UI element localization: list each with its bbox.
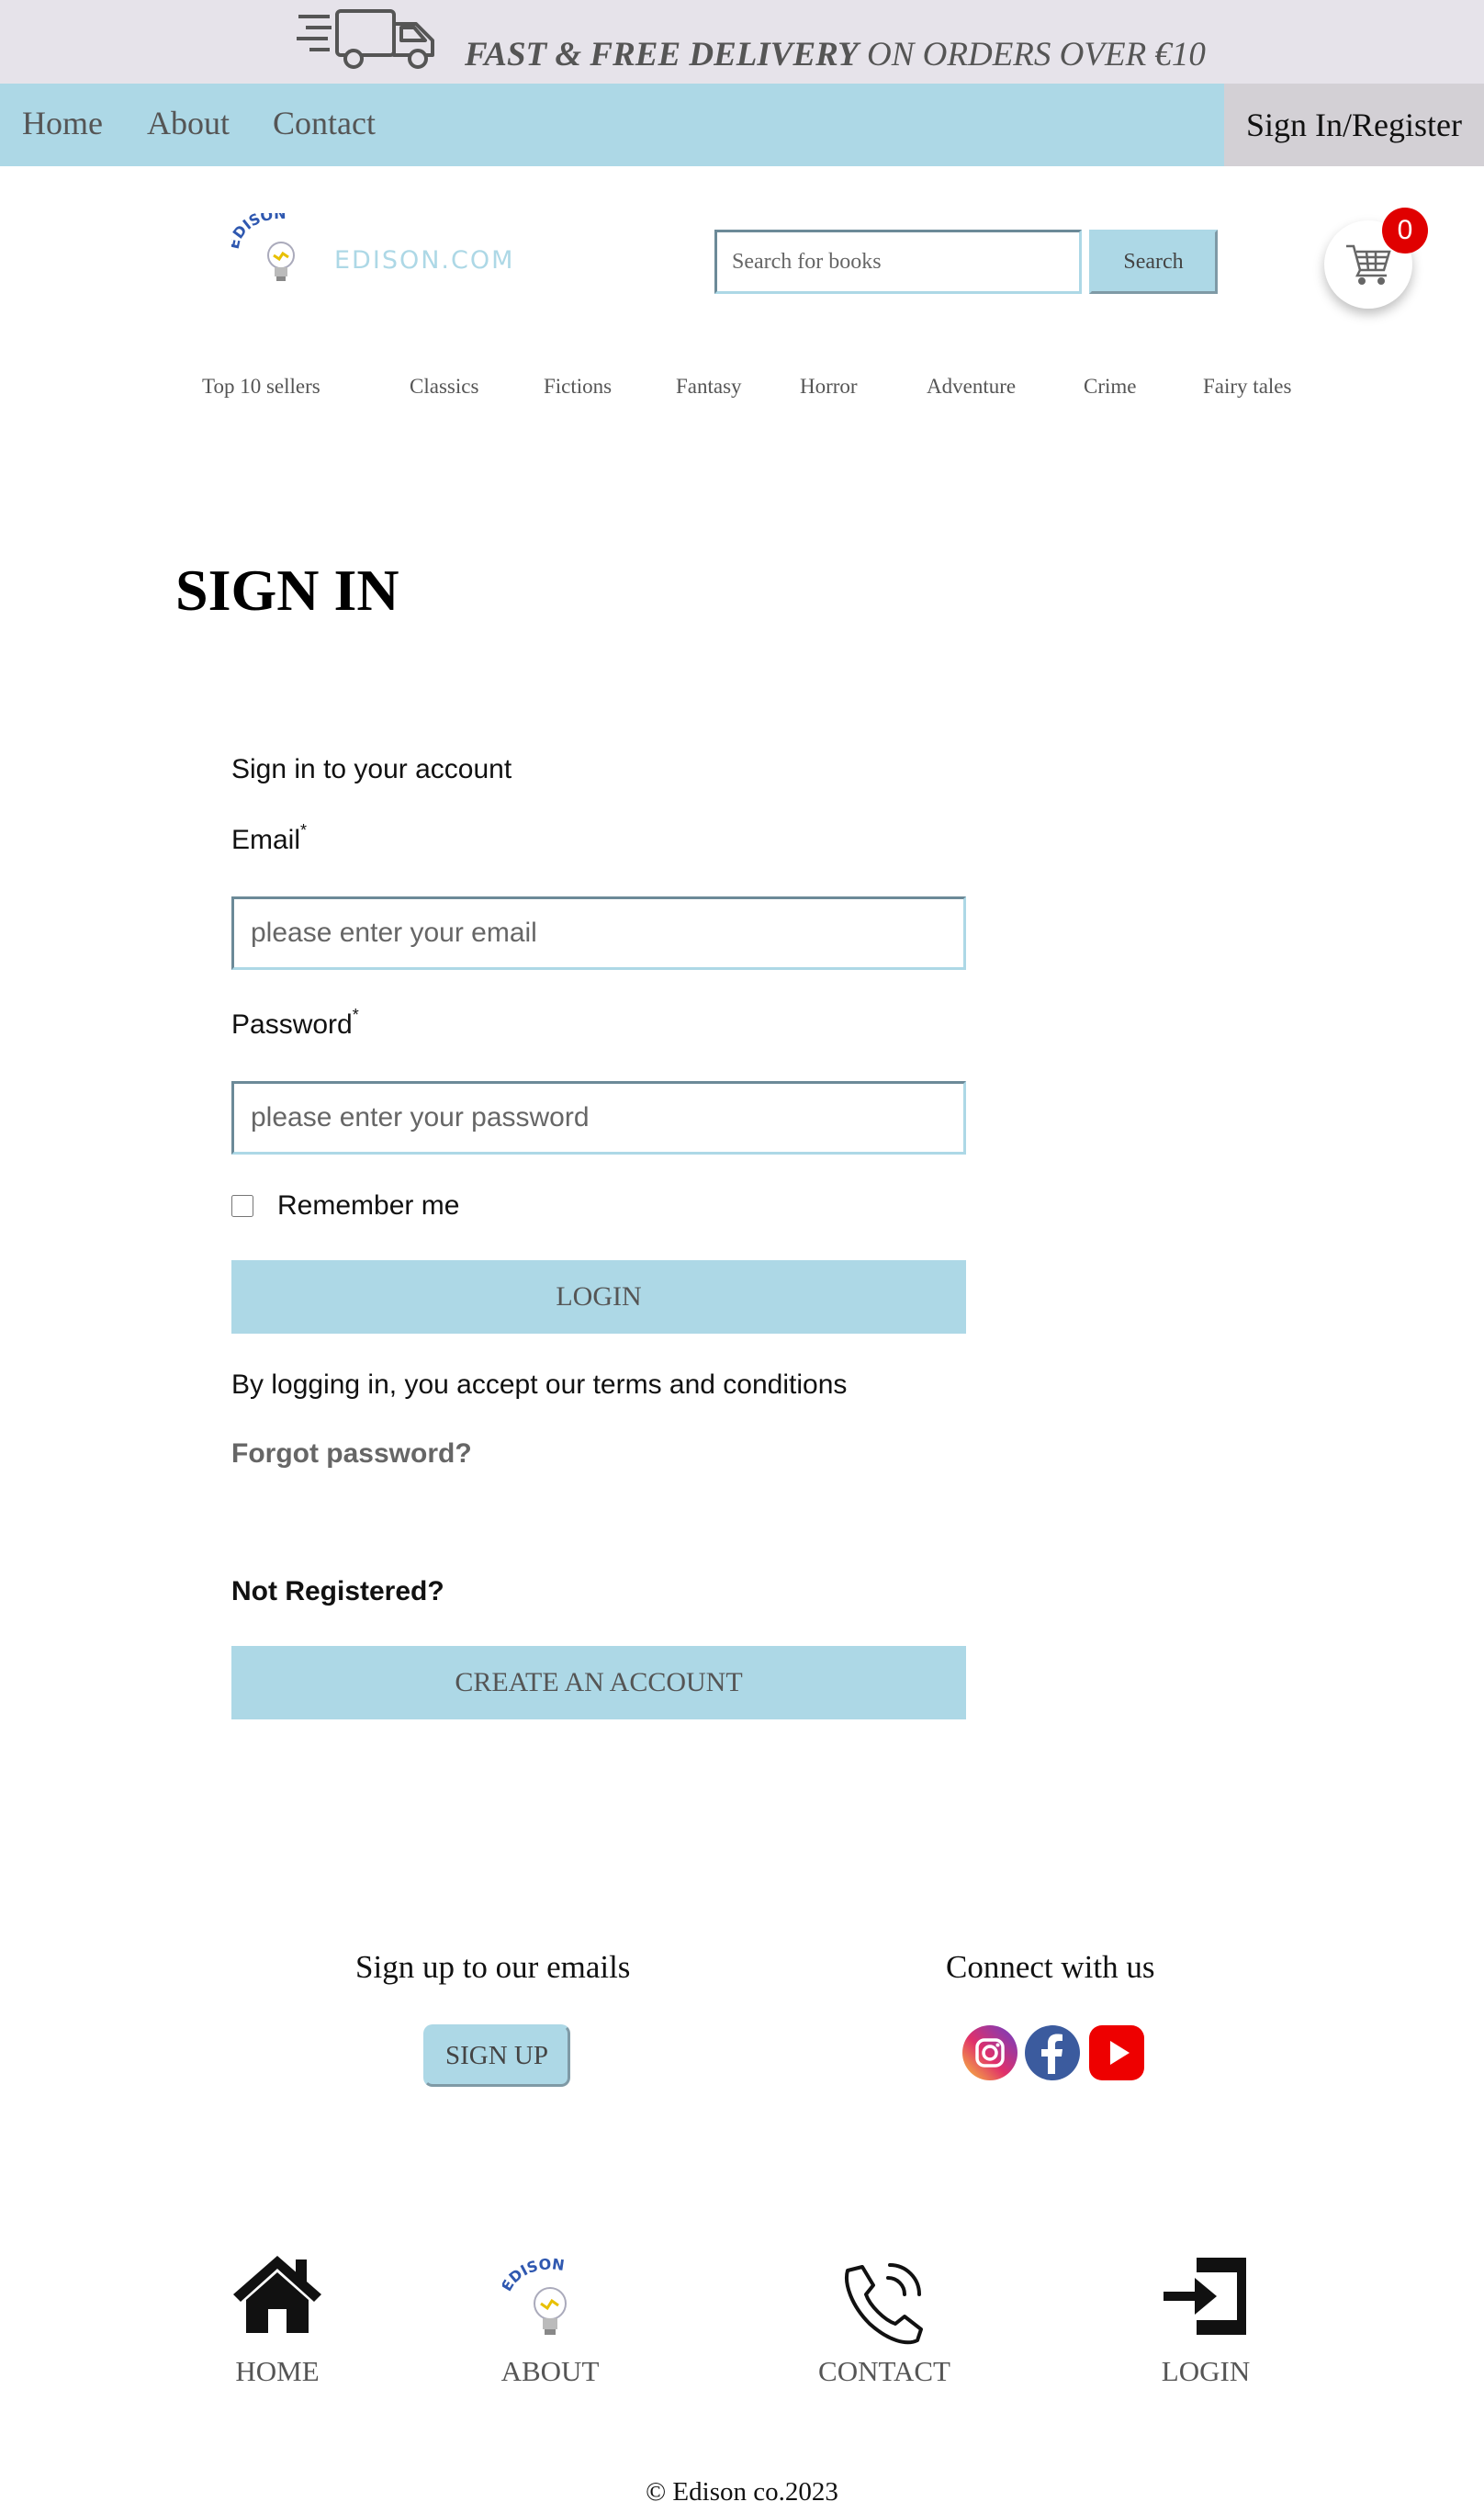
form-subtitle: Sign in to your account	[231, 754, 512, 784]
facebook-icon[interactable]	[1024, 2024, 1081, 2081]
cart-count-badge: 0	[1382, 208, 1428, 254]
category-adventure[interactable]: Adventure	[927, 375, 1016, 399]
footer-nav-about[interactable]: EDISON ABOUT	[477, 2252, 624, 2390]
create-account-button[interactable]: CREATE AN ACCOUNT	[231, 1646, 966, 1719]
nav-contact-link[interactable]: Contact	[273, 104, 376, 142]
footer-nav-contact[interactable]: CONTACT	[811, 2252, 958, 2390]
promo-rest-text: ON ORDERS OVER €10	[858, 36, 1206, 73]
footer-nav-contact-label: CONTACT	[818, 2355, 950, 2387]
promo-banner: FAST & FREE DELIVERY ON ORDERS OVER €10	[0, 0, 1484, 84]
instagram-icon[interactable]	[961, 2024, 1018, 2081]
youtube-icon[interactable]	[1088, 2024, 1145, 2081]
footer-nav-home-label: HOME	[235, 2355, 320, 2387]
email-required-mark: *	[300, 821, 308, 840]
signin-register-link[interactable]: Sign In/Register	[1224, 84, 1484, 166]
site-logo[interactable]: EDISON EDISON.COM	[225, 205, 544, 296]
password-required-mark: *	[352, 1006, 359, 1024]
page-title: SIGN IN	[175, 558, 399, 623]
promo-text: FAST & FREE DELIVERY ON ORDERS OVER €10	[465, 35, 1206, 74]
footer-nav-login-label: LOGIN	[1161, 2355, 1251, 2387]
svg-text:EDISON: EDISON	[231, 213, 287, 251]
shopping-cart-icon	[1346, 244, 1391, 285]
not-registered-heading: Not Registered?	[231, 1576, 444, 1606]
category-fictions[interactable]: Fictions	[544, 375, 612, 399]
nav-home-link[interactable]: Home	[22, 104, 103, 142]
email-field[interactable]	[231, 896, 966, 970]
nav-about-link[interactable]: About	[147, 104, 230, 142]
remember-me-checkbox[interactable]	[231, 1195, 253, 1217]
login-button[interactable]: LOGIN	[231, 1260, 966, 1334]
search-input[interactable]	[714, 230, 1082, 294]
terms-text: By logging in, you accept our terms and …	[231, 1369, 848, 1400]
footer-nav-about-label: ABOUT	[500, 2355, 600, 2387]
top-nav: Home About Contact Sign In/Register	[0, 84, 1484, 166]
phone-icon	[845, 2263, 923, 2345]
footer-nav-login[interactable]: LOGIN	[1132, 2252, 1279, 2390]
promo-bold-text: FAST & FREE DELIVERY	[465, 36, 859, 73]
email-label-text: Email	[231, 825, 301, 855]
category-top-10-sellers[interactable]: Top 10 sellers	[202, 375, 320, 399]
password-label: Password*	[231, 1006, 359, 1041]
remember-me-label: Remember me	[277, 1190, 460, 1221]
cart-button[interactable]: 0	[1324, 208, 1428, 309]
password-field[interactable]	[231, 1081, 966, 1155]
category-fairy-tales[interactable]: Fairy tales	[1203, 375, 1291, 399]
email-label: Email*	[231, 821, 307, 856]
email-signup-button[interactable]: SIGN UP	[423, 2024, 570, 2087]
logo-text: EDISON.COM	[334, 246, 515, 275]
remember-me-row: Remember me	[231, 1190, 459, 1222]
search-button[interactable]: Search	[1089, 230, 1218, 294]
edison-bulb-icon: EDISON	[225, 205, 295, 281]
connect-heading: Connect with us	[946, 1949, 1155, 1985]
forgot-password-link[interactable]: Forgot password?	[231, 1438, 472, 1470]
category-fantasy[interactable]: Fantasy	[676, 375, 742, 399]
category-horror[interactable]: Horror	[800, 375, 858, 399]
logo-arc-text: EDISON	[225, 205, 287, 251]
email-signup-heading: Sign up to our emails	[355, 1949, 631, 1985]
password-label-text: Password	[231, 1009, 353, 1040]
footer-nav-home[interactable]: HOME	[204, 2252, 351, 2390]
login-icon	[1164, 2258, 1246, 2335]
category-classics[interactable]: Classics	[410, 375, 478, 399]
home-icon	[233, 2256, 321, 2333]
copyright: © Edison co.2023	[646, 2477, 838, 2507]
edison-bulb-icon: EDISON	[502, 2255, 567, 2335]
category-crime[interactable]: Crime	[1084, 375, 1137, 399]
delivery-truck-icon	[297, 9, 434, 69]
